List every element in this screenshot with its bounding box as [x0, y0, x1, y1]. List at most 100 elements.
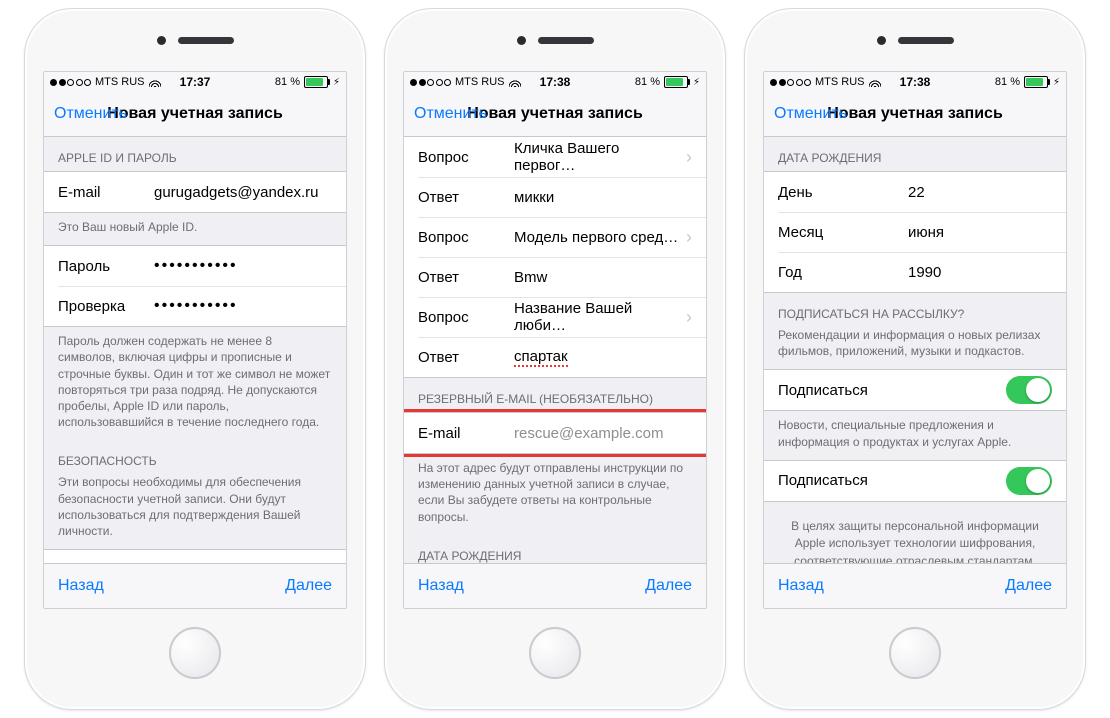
- navbar: Отменить Новая учетная запись: [764, 92, 1066, 137]
- question-3-select[interactable]: Вопрос Название Вашей люби… ›: [404, 297, 706, 337]
- cell-label: E-mail: [58, 184, 154, 201]
- cell-label: Ответ: [418, 269, 514, 286]
- email-value: gurugadgets@yandex.ru: [154, 184, 332, 201]
- screen-2: MTS RUS 17:38 81 % ⚡︎ Отменить Новая уче…: [403, 71, 707, 609]
- cell-label: Год: [778, 264, 908, 281]
- cancel-button[interactable]: Отменить: [414, 105, 487, 123]
- section-header-appleid: APPLE ID И ПАРОЛЬ: [44, 137, 346, 171]
- question-3-value: Название Вашей люби…: [514, 300, 680, 334]
- question-1-select[interactable]: Вопрос Кличка Вашего первог… ›: [404, 137, 706, 177]
- rescue-note: На этот адрес будут отправлены инструкци…: [404, 454, 706, 535]
- dob-day-value: 22: [908, 184, 1052, 201]
- bottom-toolbar: Назад Далее: [764, 563, 1066, 608]
- next-button[interactable]: Далее: [285, 577, 332, 595]
- battery-icon: [1024, 76, 1048, 88]
- back-button[interactable]: Назад: [58, 577, 104, 595]
- phone-frame-3: MTS RUS 17:38 81 % ⚡︎ Отменить Новая уче…: [744, 8, 1086, 710]
- battery-percent: 81 %: [635, 76, 660, 88]
- phone-frame-2: MTS RUS 17:38 81 % ⚡︎ Отменить Новая уче…: [384, 8, 726, 710]
- status-time: 17:38: [540, 75, 571, 89]
- rescue-email-placeholder: rescue@example.com: [514, 425, 692, 442]
- next-button[interactable]: Далее: [1005, 577, 1052, 595]
- answer-2-input[interactable]: Ответ Bmw: [404, 257, 706, 297]
- cell-label: Вопрос: [418, 229, 514, 246]
- dob-year-value: 1990: [908, 264, 1052, 281]
- battery-icon: [304, 76, 328, 88]
- cell-label: Ответ: [418, 349, 514, 366]
- answer-3-input[interactable]: Ответ спартак: [404, 337, 706, 377]
- answer-2-value: Bmw: [514, 269, 692, 286]
- answer-3-value: спартак: [514, 348, 692, 367]
- password-value: •••••••••••: [154, 257, 332, 275]
- navbar: Отменить Новая учетная запись: [44, 92, 346, 137]
- charging-icon: ⚡︎: [1053, 77, 1060, 88]
- charging-icon: ⚡︎: [333, 77, 340, 88]
- rescue-email-input[interactable]: E-mail rescue@example.com: [404, 413, 706, 453]
- dob-month-field[interactable]: Месяц июня: [764, 212, 1066, 252]
- cell-label: Вопрос: [418, 309, 514, 326]
- carrier-label: MTS RUS: [815, 76, 865, 88]
- section-header-security: БЕЗОПАСНОСТЬ: [44, 440, 346, 474]
- wifi-icon: [149, 78, 161, 87]
- dob-day-field[interactable]: День 22: [764, 172, 1066, 212]
- chevron-right-icon: ›: [326, 561, 332, 563]
- bottom-toolbar: Назад Далее: [404, 563, 706, 608]
- signal-icon: [410, 79, 451, 86]
- navbar: Отменить Новая учетная запись: [404, 92, 706, 137]
- chevron-right-icon: ›: [686, 228, 692, 246]
- security-note: Эти вопросы необходимы для обеспечения б…: [44, 474, 346, 549]
- question-2-value: Модель первого сред…: [514, 229, 680, 246]
- email-field[interactable]: E-mail gurugadgets@yandex.ru: [44, 172, 346, 212]
- cell-label: Вопрос: [418, 149, 514, 166]
- password-field[interactable]: Пароль •••••••••••: [44, 246, 346, 286]
- subscribe-toggle-2[interactable]: Подписаться: [764, 461, 1066, 501]
- subscribe-note-1: Рекомендации и информация о новых релиза…: [764, 327, 1066, 369]
- appleid-note: Это Ваш новый Apple ID.: [44, 213, 346, 245]
- dob-year-field[interactable]: Год 1990: [764, 252, 1066, 292]
- home-button[interactable]: [169, 627, 221, 679]
- cancel-button[interactable]: Отменить: [54, 105, 127, 123]
- bottom-toolbar: Назад Далее: [44, 563, 346, 608]
- carrier-label: MTS RUS: [95, 76, 145, 88]
- subscribe-toggle-1[interactable]: Подписаться: [764, 370, 1066, 410]
- cancel-button[interactable]: Отменить: [774, 105, 847, 123]
- toggle-on-icon[interactable]: [1006, 467, 1052, 495]
- confirm-value: •••••••••••: [154, 297, 332, 315]
- status-bar: MTS RUS 17:37 81 % ⚡︎: [44, 72, 346, 92]
- carrier-label: MTS RUS: [455, 76, 505, 88]
- cell-label: Вопрос: [58, 562, 154, 563]
- toggle-on-icon[interactable]: [1006, 376, 1052, 404]
- answer-1-input[interactable]: Ответ микки: [404, 177, 706, 217]
- next-button[interactable]: Далее: [645, 577, 692, 595]
- cell-label: Пароль: [58, 258, 154, 275]
- page-title: Новая учетная запись: [467, 105, 643, 123]
- confirm-password-field[interactable]: Проверка •••••••••••: [44, 286, 346, 326]
- signal-icon: [770, 79, 811, 86]
- home-button[interactable]: [529, 627, 581, 679]
- section-header-subscribe: ПОДПИСАТЬСЯ НА РАССЫЛКУ?: [764, 293, 1066, 327]
- battery-icon: [664, 76, 688, 88]
- security-question-select[interactable]: Вопрос Выбрать ›: [44, 550, 346, 563]
- question-placeholder: Выбрать: [154, 562, 320, 563]
- cell-label: День: [778, 184, 908, 201]
- dob-month-value: июня: [908, 224, 1052, 241]
- section-header-rescue: РЕЗЕРВНЫЙ E-MAIL (НЕОБЯЗАТЕЛЬНО): [404, 378, 706, 412]
- cell-label: E-mail: [418, 425, 514, 442]
- home-button[interactable]: [889, 627, 941, 679]
- cell-label: Проверка: [58, 298, 154, 315]
- question-1-value: Кличка Вашего первог…: [514, 140, 680, 174]
- page-title: Новая учетная запись: [107, 105, 283, 123]
- cell-label: Ответ: [418, 189, 514, 206]
- question-2-select[interactable]: Вопрос Модель первого сред… ›: [404, 217, 706, 257]
- back-button[interactable]: Назад: [418, 577, 464, 595]
- chevron-right-icon: ›: [686, 148, 692, 166]
- back-button[interactable]: Назад: [778, 577, 824, 595]
- phone-frame-1: MTS RUS 17:37 81 % ⚡︎ Отменить Новая уче…: [24, 8, 366, 710]
- section-header-dob: ДАТА РОЖДЕНИЯ: [404, 535, 706, 563]
- password-note: Пароль должен содержать не менее 8 симво…: [44, 327, 346, 440]
- battery-percent: 81 %: [995, 76, 1020, 88]
- subscribe-note-2: Новости, специальные предложения и инфор…: [764, 411, 1066, 459]
- wifi-icon: [869, 78, 881, 87]
- subscribe-label-2: Подписаться: [778, 472, 1006, 489]
- screen-3: MTS RUS 17:38 81 % ⚡︎ Отменить Новая уче…: [763, 71, 1067, 609]
